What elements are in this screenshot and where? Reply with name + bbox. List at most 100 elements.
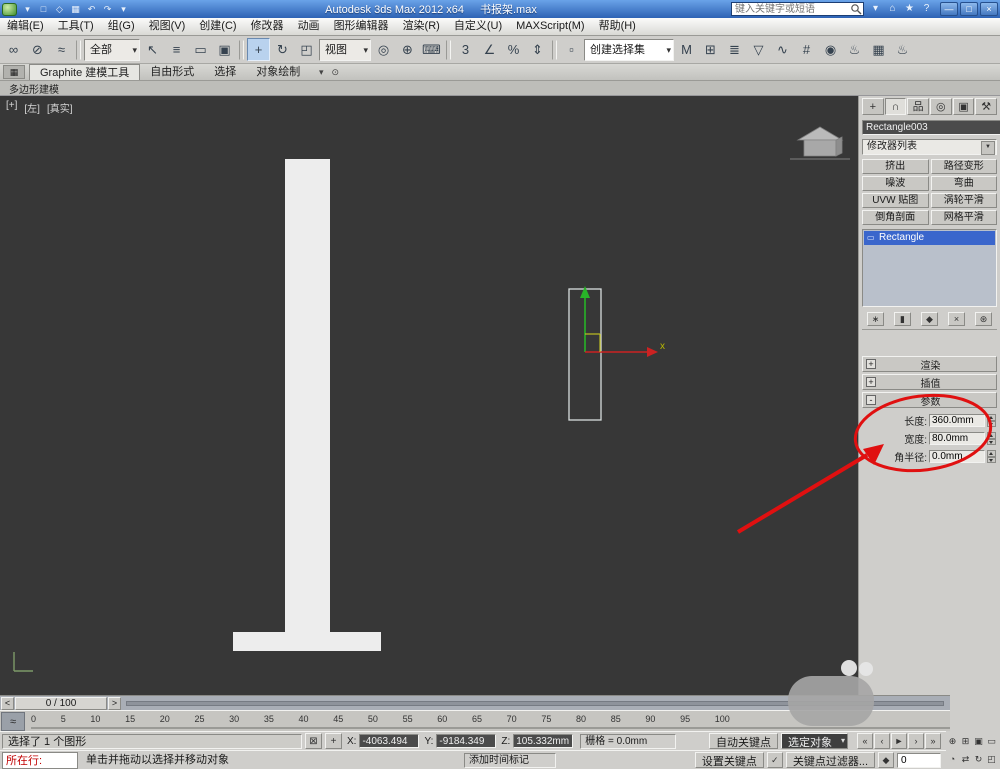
tab-modify-icon[interactable]: ∩ [884, 98, 907, 115]
mini-curve-editor-button[interactable]: ≈ [1, 711, 25, 731]
render-setup-icon[interactable]: ♨ [843, 38, 866, 61]
width-field[interactable] [929, 432, 985, 445]
viewport-shading-menu[interactable]: [真实] [47, 100, 73, 115]
open-file-icon[interactable]: ◇ [52, 1, 67, 17]
new-scene-icon[interactable]: □ [36, 1, 51, 17]
menu-item[interactable]: 工具(T) [51, 18, 101, 35]
close-button[interactable]: × [980, 2, 998, 16]
modifier-preset-button[interactable]: 路径变形 [930, 159, 997, 174]
schematic-view-icon[interactable]: # [795, 38, 818, 61]
percent-snap-icon[interactable]: % [502, 38, 525, 61]
ribbon-tab-object-paint[interactable]: 对象绘制 [246, 64, 310, 80]
object-name-field[interactable] [862, 120, 1000, 135]
ribbon-tab-freeform[interactable]: 自由形式 [140, 64, 204, 80]
rollout-collapse-icon[interactable]: - [866, 395, 876, 405]
go-to-start-button[interactable]: « [857, 733, 873, 749]
3dsmax-logo-icon[interactable] [2, 2, 17, 16]
snaps-toggle-icon[interactable]: 3 [454, 38, 477, 61]
menu-item[interactable]: 组(G) [101, 18, 142, 35]
select-and-link-icon[interactable]: ∞ [2, 38, 25, 61]
modifier-preset-button[interactable]: 挤出 [862, 159, 929, 174]
rendered-frame-window-icon[interactable]: ▦ [867, 38, 890, 61]
select-by-name-icon[interactable]: ≡ [165, 38, 188, 61]
select-and-rotate-icon[interactable]: ↻ [271, 38, 294, 61]
workspace-dropdown-icon[interactable]: ▾ [116, 1, 131, 17]
save-file-icon[interactable]: ▦ [68, 1, 83, 17]
zoom-icon[interactable]: ⊕ [946, 732, 959, 750]
rollout-expand-icon[interactable]: + [866, 377, 876, 387]
viewport-canvas[interactable]: x [0, 96, 858, 695]
time-slider-track[interactable] [126, 700, 944, 706]
layer-manager-icon[interactable]: ≣ [723, 38, 746, 61]
move-gizmo[interactable]: x [580, 286, 665, 357]
auto-key-button[interactable]: 自动关键点 [709, 733, 778, 749]
length-field[interactable] [929, 414, 985, 427]
coordinate-x-field[interactable] [359, 734, 420, 748]
time-slider-handle[interactable]: 0 / 100 [15, 696, 107, 710]
mirror-icon[interactable]: M [675, 38, 698, 61]
viewport-pov-menu[interactable]: [左] [24, 100, 40, 115]
maximize-viewport-toggle-icon[interactable]: ◰ [985, 750, 998, 768]
modifier-preset-button[interactable]: 涡轮平滑 [930, 193, 997, 208]
field-of-view-icon[interactable]: ◔ [946, 750, 959, 768]
selection-filter-dropdown[interactable]: 全部 [84, 38, 140, 61]
curve-editor-icon[interactable]: ∿ [771, 38, 794, 61]
menu-item[interactable]: 修改器 [244, 18, 291, 35]
time-forward-button[interactable]: > [108, 696, 121, 710]
pin-stack-icon[interactable]: ∗ [867, 312, 884, 326]
selection-lock-toggle[interactable]: ⊠ [305, 733, 322, 749]
viewcube[interactable] [790, 126, 850, 160]
rollout-interpolation[interactable]: + 插值 [862, 374, 997, 390]
length-spinner[interactable] [987, 414, 996, 427]
minimize-button[interactable]: — [940, 2, 958, 16]
current-time-field[interactable] [897, 752, 941, 768]
configure-modifier-sets-icon[interactable]: ⊛ [975, 312, 992, 326]
add-time-tag-button[interactable]: 添加时间标记 [464, 752, 556, 768]
tab-motion-icon[interactable]: ◎ [930, 98, 952, 115]
selection-region-icon[interactable]: ▭ [189, 38, 212, 61]
menu-item[interactable]: 图形编辑器 [327, 18, 396, 35]
search-history-icon[interactable]: ▾ [868, 1, 883, 17]
width-spinner[interactable] [987, 432, 996, 445]
communication-center-icon[interactable]: ⌂ [885, 1, 900, 17]
key-filters-button[interactable]: 关键点过滤器... [785, 752, 875, 768]
modifier-stack[interactable]: Rectangle [862, 229, 997, 307]
time-back-button[interactable]: < [1, 696, 14, 710]
select-and-manipulate-icon[interactable]: ⊕ [396, 38, 419, 61]
key-mode-toggle-icon[interactable]: ◆ [878, 752, 894, 768]
modifier-preset-button[interactable]: 倒角剖面 [862, 210, 929, 225]
graphite-ribbon-toggle-icon[interactable]: ▽ [747, 38, 770, 61]
corner-radius-spinner[interactable] [987, 450, 996, 463]
rollout-rendering[interactable]: + 渲染 [862, 356, 997, 372]
coordinate-y-field[interactable] [436, 734, 497, 748]
select-object-icon[interactable]: ↖ [141, 38, 164, 61]
stack-item-rectangle[interactable]: Rectangle [864, 231, 995, 245]
next-frame-button[interactable]: › [908, 733, 924, 749]
corner-radius-field[interactable] [929, 450, 985, 463]
zoom-region-icon[interactable]: ▭ [985, 732, 998, 750]
keyboard-shortcut-override-icon[interactable]: ⌨ [420, 38, 443, 61]
tab-utilities-icon[interactable]: ⚒ [975, 98, 998, 115]
select-and-scale-icon[interactable]: ◰ [295, 38, 318, 61]
previous-frame-button[interactable]: ‹ [874, 733, 890, 749]
ribbon-tab-graphite[interactable]: Graphite 建模工具 [29, 64, 141, 80]
viewport-left[interactable]: [+] [左] [真实] x [0, 96, 858, 695]
key-filters-check-icon[interactable]: ✓ [766, 752, 783, 768]
zoom-all-icon[interactable]: ⊞ [959, 732, 972, 750]
maximize-button[interactable]: □ [960, 2, 978, 16]
menu-item[interactable]: 创建(C) [192, 18, 243, 35]
window-crossing-icon[interactable]: ▣ [213, 38, 236, 61]
named-selection-sets-dropdown[interactable]: 创建选择集 [584, 38, 674, 61]
modifier-preset-button[interactable]: 噪波 [862, 176, 929, 191]
show-end-result-icon[interactable]: ▮ [894, 312, 911, 326]
play-button[interactable]: ► [891, 733, 907, 749]
set-key-button[interactable]: 设置关键点 [694, 752, 764, 768]
bookrack-profile-shape[interactable] [233, 159, 381, 651]
track-bar[interactable]: ≈ 0 5 10 15 20 25 30 35 40 45 50 55 60 65 70 75 80 85 90 95… [0, 710, 950, 731]
redo-icon[interactable]: ↷ [100, 1, 115, 17]
tab-create-icon[interactable]: + [862, 98, 884, 115]
menu-item[interactable]: 渲染(R) [396, 18, 447, 35]
select-and-move-icon[interactable]: + [247, 38, 270, 61]
rollout-parameters[interactable]: - 参数 [862, 392, 997, 408]
unlink-selection-icon[interactable]: ⊘ [26, 38, 49, 61]
